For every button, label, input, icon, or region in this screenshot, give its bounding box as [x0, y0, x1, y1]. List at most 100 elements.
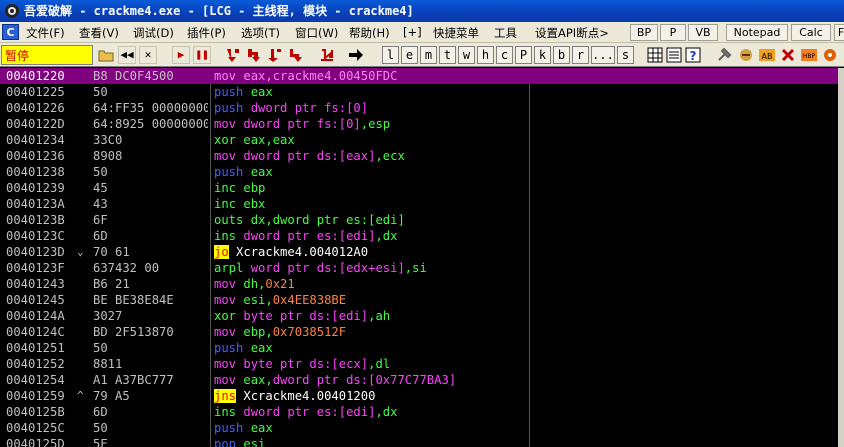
log-window-button[interactable]: l	[382, 46, 399, 64]
address: 00401254	[6, 373, 65, 387]
step-over-icon[interactable]	[245, 46, 263, 64]
menu-expand[interactable]: [+]	[403, 25, 422, 39]
plugin-hbp-icon[interactable]: HBP	[800, 46, 818, 64]
address: 0040124A	[6, 309, 65, 323]
cpu-window-icon[interactable]: C	[2, 24, 19, 40]
disasm-row[interactable]: 00401245 BE BE38E84E mov esi,0x4EE838BE	[0, 292, 838, 308]
menu-file[interactable]: 文件(F)	[26, 25, 65, 41]
status-paused: 暂停	[1, 45, 93, 65]
menu-view[interactable]: 查看(V)	[79, 25, 119, 41]
hex-bytes: BE BE38E84E	[93, 293, 174, 307]
operand: ,ecx	[375, 149, 405, 163]
execute-till-return-icon[interactable]	[318, 46, 336, 64]
step-into-icon[interactable]	[224, 46, 242, 64]
operand: esi,	[243, 293, 273, 307]
list-icon[interactable]	[665, 46, 683, 64]
instruction: xor byte ptr ds:[edi],ah	[214, 308, 390, 324]
disasm-row[interactable]: 0040124A 3027 xor byte ptr ds:[edi],ah	[0, 308, 838, 324]
notepad-button[interactable]: Notepad	[726, 24, 788, 41]
executable-modules-button[interactable]: e	[401, 46, 418, 64]
operand: eax,	[243, 373, 273, 387]
threads-button[interactable]: t	[439, 46, 456, 64]
hex-bytes: B8 DC0F4500	[93, 69, 174, 83]
disasm-row[interactable]: 00401220 B8 DC0F4500 mov eax,crackme4.0045…	[0, 68, 838, 84]
disasm-row[interactable]: 0040123B 6F outs dx,dword ptr es:[edi]	[0, 212, 838, 228]
grid-icon[interactable]	[646, 46, 664, 64]
disasm-row[interactable]: 0040123A 43 inc ebx	[0, 196, 838, 212]
disasm-row[interactable]: 00401252 8811 mov byte ptr ds:[ecx],dl	[0, 356, 838, 372]
menu-help[interactable]: 帮助(H)	[349, 25, 390, 41]
instruction: arpl word ptr ds:[edx+esi],si	[214, 260, 427, 276]
disasm-row[interactable]: 00401251 50 push eax	[0, 340, 838, 356]
vb-button[interactable]: VB	[688, 24, 718, 41]
handles-button[interactable]: h	[477, 46, 494, 64]
disassembly-pane[interactable]: 00401220 B8 DC0F4500 mov eax,crackme4.0045…	[0, 68, 838, 447]
trace-into-icon[interactable]	[266, 46, 284, 64]
disasm-row[interactable]: 00401225 50 push eax	[0, 84, 838, 100]
close-icon[interactable]: ✕	[139, 46, 157, 64]
memory-map-button[interactable]: m	[420, 46, 437, 64]
plugin-gear-icon[interactable]	[821, 46, 839, 64]
disasm-row[interactable]: 0040123C 6D ins dword ptr es:[edi],dx	[0, 228, 838, 244]
run-trace-button[interactable]: ...	[591, 46, 615, 64]
disasm-row[interactable]: 0040125D 5E pop esi	[0, 436, 838, 447]
mnemonic: mov	[214, 373, 237, 387]
trace-over-icon[interactable]	[287, 46, 305, 64]
disasm-row[interactable]: 0040122D 64:8925 00000000 mov dword ptr fs…	[0, 116, 838, 132]
disasm-row[interactable]: 00401254 A1 A37BC777 mov eax,dword ptr ds:…	[0, 372, 838, 388]
cpu-button[interactable]: c	[496, 46, 513, 64]
disasm-row[interactable]: 0040123F 637432 00 arpl word ptr ds:[edx+e…	[0, 260, 838, 276]
instruction: push eax	[214, 164, 273, 180]
call-stack-button[interactable]: k	[534, 46, 551, 64]
plugin-cross-icon[interactable]	[779, 46, 797, 64]
disasm-row[interactable]: 0040125C 50 push eax	[0, 420, 838, 436]
plugin-ab-icon[interactable]: AB	[758, 46, 776, 64]
restart-icon[interactable]: ◀◀	[118, 46, 136, 64]
go-to-icon[interactable]	[347, 46, 365, 64]
f-button[interactable]: F	[834, 24, 844, 41]
breakpoints-button[interactable]: b	[553, 46, 570, 64]
address: 00401252	[6, 357, 65, 371]
menu-shortcuts[interactable]: 快捷菜单	[433, 25, 479, 41]
menu-api-breakpoint[interactable]: 设置API断点>	[535, 25, 609, 41]
hex-bytes: 50	[93, 165, 108, 179]
instruction: push eax	[214, 420, 273, 436]
plugin-tool-icon[interactable]	[737, 46, 755, 64]
hex-bytes: 6D	[93, 405, 108, 419]
references-button[interactable]: r	[572, 46, 589, 64]
menu-debug[interactable]: 调试(D)	[133, 25, 174, 41]
disasm-row[interactable]: 00401243 B6 21 mov dh,0x21	[0, 276, 838, 292]
operand: eax	[250, 85, 273, 99]
p-button[interactable]: P	[660, 24, 686, 41]
patches-button[interactable]: P	[515, 46, 532, 64]
menu-tools[interactable]: 工具	[494, 25, 517, 41]
run-icon[interactable]: ▶	[172, 46, 190, 64]
operand: ebx	[243, 197, 266, 211]
menu-options[interactable]: 选项(T)	[241, 25, 280, 41]
source-button[interactable]: s	[617, 46, 634, 64]
jump-arrow-icon: ⌄	[77, 245, 84, 258]
menu-plugins[interactable]: 插件(P)	[187, 25, 226, 41]
mnemonic: mov	[214, 277, 237, 291]
disasm-row[interactable]: 0040123D ⌄ 70 61 jo Xcrackme4.004012A0	[0, 244, 838, 260]
disasm-row[interactable]: 00401259 ^ 79 A5 jns Xcrackme4.00401200	[0, 388, 838, 404]
disasm-row[interactable]: 0040124C BD 2F513870 mov ebp,0x7038512F	[0, 324, 838, 340]
menu-window[interactable]: 窗口(W)	[295, 25, 338, 41]
calc-button[interactable]: Calc	[791, 24, 831, 41]
disasm-row[interactable]: 00401239 45 inc ebp	[0, 180, 838, 196]
disasm-row[interactable]: 00401238 50 push eax	[0, 164, 838, 180]
mnemonic: ins	[214, 405, 237, 419]
plugin-hammer-icon[interactable]	[716, 46, 734, 64]
disasm-row[interactable]: 00401236 8908 mov dword ptr ds:[eax],ecx	[0, 148, 838, 164]
hex-bytes: 50	[93, 85, 108, 99]
disasm-row[interactable]: 00401226 64:FF35 00000000 push dword ptr f…	[0, 100, 838, 116]
instruction: ins dword ptr es:[edi],dx	[214, 228, 397, 244]
disasm-row[interactable]: 0040125B 6D ins dword ptr es:[edi],dx	[0, 404, 838, 420]
windows-button[interactable]: w	[458, 46, 475, 64]
vertical-scrollbar[interactable]	[838, 68, 844, 447]
disasm-row[interactable]: 00401234 33C0 xor eax,eax	[0, 132, 838, 148]
help-icon[interactable]: ?	[684, 46, 702, 64]
open-folder-icon[interactable]	[97, 46, 115, 64]
bp-button[interactable]: BP	[630, 24, 658, 41]
pause-icon[interactable]: ❚❚	[193, 46, 211, 64]
